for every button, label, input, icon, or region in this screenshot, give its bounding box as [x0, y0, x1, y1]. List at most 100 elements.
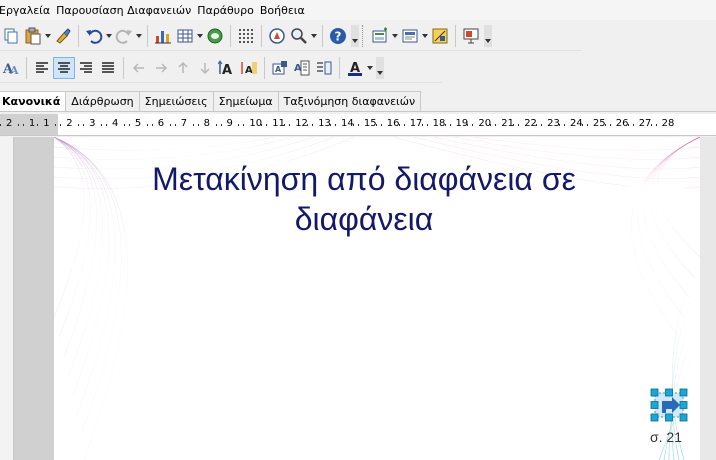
ruler-tick: [289, 124, 291, 126]
ruler-tick: [513, 124, 515, 126]
undo-dropdown[interactable]: [105, 25, 113, 47]
paste-icon[interactable]: [22, 25, 44, 47]
ruler-tick: [581, 124, 583, 126]
ruler-tick: [0, 124, 1, 126]
vertical-ruler[interactable]: [0, 137, 14, 460]
ruler-label: 18: [432, 118, 446, 129]
align-right-icon[interactable]: [75, 57, 97, 79]
separator: [261, 24, 262, 47]
ruler-tick: [632, 124, 634, 126]
ruler-tick: [307, 124, 309, 126]
ruler-tick: [609, 124, 611, 126]
ruler-tick: [586, 124, 588, 126]
table-icon[interactable]: [174, 25, 196, 47]
tab-notes[interactable]: Σημειώσεις: [138, 91, 214, 111]
ruler-tick: [101, 124, 102, 126]
vertical-scrollbar[interactable]: [700, 137, 716, 460]
ruler-tick: [261, 124, 263, 126]
ruler-label: 22: [524, 118, 537, 129]
ruler-tick: [32, 124, 34, 126]
table-dropdown[interactable]: [196, 25, 204, 47]
font-color-icon[interactable]: A: [344, 57, 366, 79]
slide-layout-dropdown[interactable]: [391, 25, 399, 47]
undo-icon[interactable]: [83, 25, 105, 47]
ruler-tick: [22, 124, 24, 126]
redo-dropdown[interactable]: [135, 25, 143, 47]
slide-title[interactable]: Μετακίνηση από διαφάνεια σε διαφάνεια: [54, 159, 674, 239]
navigator-icon[interactable]: [266, 25, 288, 47]
display-grid-icon[interactable]: [429, 25, 451, 47]
ruler-tick: [444, 124, 446, 126]
fontwork-icon[interactable]: AA: [0, 57, 22, 79]
separator: [123, 56, 124, 79]
toolbar-overflow-button[interactable]: [376, 56, 384, 79]
text-shrink-icon[interactable]: A: [238, 57, 260, 79]
redo-icon[interactable]: [113, 25, 135, 47]
separator: [322, 24, 323, 47]
text-box-icon[interactable]: A: [269, 57, 291, 79]
ruler-label: 26: [615, 118, 629, 129]
ruler-label: 24: [570, 118, 583, 129]
toolbar-overflow-button[interactable]: [484, 24, 492, 47]
ruler-tick: [215, 124, 217, 126]
zoom-dropdown[interactable]: [310, 25, 318, 47]
align-center-icon[interactable]: [53, 56, 75, 79]
grid-icon[interactable]: [235, 25, 257, 47]
selected-action-button-icon[interactable]: [650, 387, 688, 423]
ruler-label: 13: [318, 118, 331, 129]
ruler-tick: [238, 124, 240, 126]
slide-design-icon[interactable]: [399, 25, 421, 47]
slide-workspace: Μετακίνηση από διαφάνεια σε διαφάνεια σ.…: [0, 137, 716, 460]
slide-design-dropdown[interactable]: [421, 25, 429, 47]
ruler-tick: [266, 124, 268, 126]
spreadsheet-icon[interactable]: [204, 25, 226, 47]
character-icon[interactable]: [313, 57, 335, 79]
ruler-label: 9: [226, 118, 233, 129]
svg-text:A: A: [222, 63, 232, 77]
tab-handout[interactable]: Σημείωμα: [212, 91, 279, 111]
justify-icon[interactable]: [97, 57, 119, 79]
ruler-label: 14: [341, 118, 354, 129]
separator: [230, 24, 231, 47]
ruler-label: 10: [249, 118, 263, 129]
text-grow-icon[interactable]: A: [216, 57, 238, 79]
ruler-tick: [541, 124, 543, 126]
menu-window[interactable]: Παράθυρο: [197, 4, 260, 17]
tab-outline[interactable]: Διάρθρωση: [65, 91, 140, 111]
slide-canvas[interactable]: Μετακίνηση από διαφάνεια σε διαφάνεια σ.…: [54, 137, 700, 460]
ruler-tick: [495, 124, 497, 126]
slide-layout-icon[interactable]: [369, 25, 391, 47]
menu-tools[interactable]: Εργαλεία: [0, 4, 56, 17]
ruler-label: 2: [66, 118, 73, 129]
ruler-tick: [467, 124, 469, 126]
ruler-label: 21: [501, 118, 515, 129]
horizontal-ruler[interactable]: 2112345678910111213141516171819202122232…: [0, 114, 716, 136]
ruler-tick: [335, 124, 336, 126]
ruler-label: 4: [112, 118, 119, 129]
menu-help[interactable]: Βοήθεια: [260, 4, 311, 17]
ruler-tick: [197, 124, 199, 126]
clone-formatting-icon[interactable]: [52, 25, 74, 47]
ruler-label: 16: [386, 118, 400, 129]
tab-normal[interactable]: Κανονικά: [0, 91, 67, 111]
ruler-tick: [398, 124, 400, 126]
paste-dropdown[interactable]: [44, 25, 52, 47]
ruler-label: 15: [363, 118, 377, 129]
help-icon[interactable]: ?: [327, 25, 349, 47]
chart-icon[interactable]: [152, 25, 174, 47]
ruler-label: 12: [295, 118, 308, 129]
zoom-icon[interactable]: [288, 25, 310, 47]
toolbar-grip[interactable]: [362, 24, 366, 47]
menu-slideshow[interactable]: Παρουσίαση Διαφανειών: [56, 4, 197, 17]
slide-title-line-2: διαφάνεια: [294, 201, 434, 237]
ruler-tick: [490, 124, 492, 126]
presentation-icon[interactable]: [460, 25, 482, 47]
ruler-tick: [627, 124, 629, 126]
copy-icon[interactable]: [0, 25, 22, 47]
ruler-tick: [312, 124, 314, 126]
align-left-icon[interactable]: [31, 57, 53, 79]
font-color-dropdown[interactable]: [366, 57, 374, 79]
toolbar-overflow-button[interactable]: [351, 24, 359, 47]
tab-slide-sorter[interactable]: Ταξινόμηση διαφανειών: [277, 91, 422, 111]
paragraph-icon[interactable]: A: [291, 57, 313, 79]
